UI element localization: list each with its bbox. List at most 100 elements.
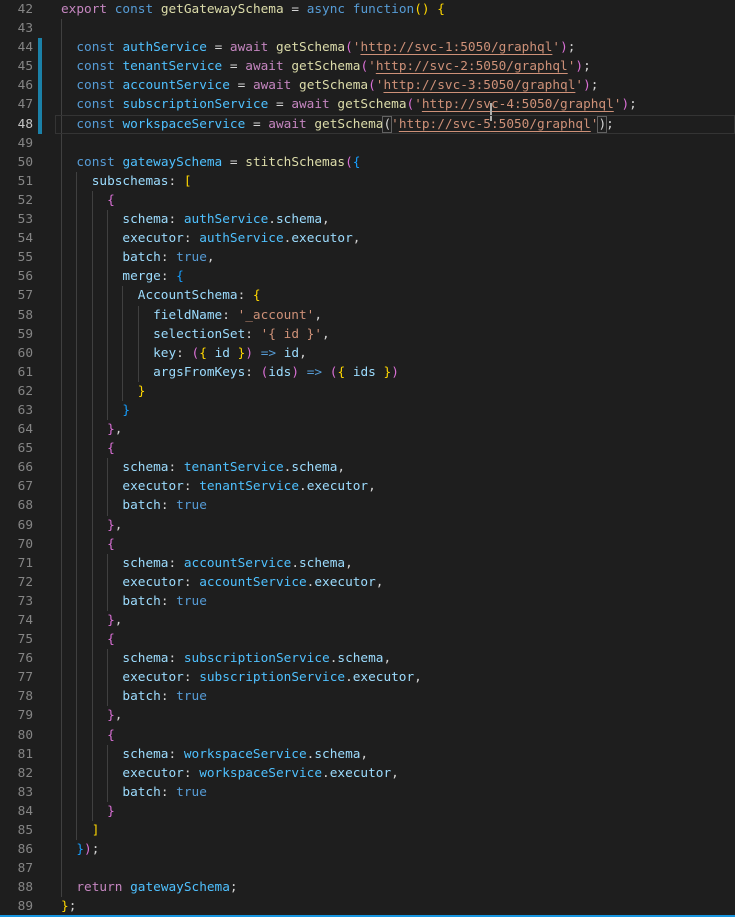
code-editor[interactable]: 42export const getGatewaySchema = async … (0, 0, 735, 917)
line-number[interactable]: 85 (0, 821, 33, 840)
line-number[interactable]: 47 (0, 95, 33, 114)
code-line-52[interactable]: 52 { (0, 191, 735, 210)
line-number[interactable]: 56 (0, 267, 33, 286)
code-line-48[interactable]: 48 const workspaceService = await getSch… (0, 115, 735, 134)
code-line-43[interactable]: 43 (0, 19, 735, 38)
code-line-45[interactable]: 45 const tenantService = await getSchema… (0, 57, 735, 76)
line-number[interactable]: 45 (0, 57, 33, 76)
code-line-61[interactable]: 61 argsFromKeys: (ids) => ({ ids }) (0, 363, 735, 382)
code-line-58[interactable]: 58 fieldName: '_account', (0, 306, 735, 325)
line-number[interactable]: 42 (0, 0, 33, 19)
code-line-82[interactable]: 82 executor: workspaceService.executor, (0, 764, 735, 783)
line-number[interactable]: 81 (0, 745, 33, 764)
code-line-64[interactable]: 64 }, (0, 420, 735, 439)
line-number[interactable]: 88 (0, 878, 33, 897)
code-line-57[interactable]: 57 AccountSchema: { (0, 286, 735, 305)
code-line-74[interactable]: 74 }, (0, 611, 735, 630)
code-line-60[interactable]: 60 key: ({ id }) => id, (0, 344, 735, 363)
line-number[interactable]: 65 (0, 439, 33, 458)
line-number[interactable]: 51 (0, 172, 33, 191)
code-line-62[interactable]: 62 } (0, 382, 735, 401)
code-line-42[interactable]: 42export const getGatewaySchema = async … (0, 0, 735, 19)
code-line-54[interactable]: 54 executor: authService.executor, (0, 229, 735, 248)
indent-guide (76, 783, 77, 802)
code-line-66[interactable]: 66 schema: tenantService.schema, (0, 458, 735, 477)
code-line-78[interactable]: 78 batch: true (0, 687, 735, 706)
code-line-53[interactable]: 53 schema: authService.schema, (0, 210, 735, 229)
line-number[interactable]: 79 (0, 706, 33, 725)
gutter: 82 (0, 764, 55, 783)
code-line-87[interactable]: 87 (0, 859, 735, 878)
code-text: return gatewaySchema; (55, 878, 735, 897)
code-line-69[interactable]: 69 }, (0, 516, 735, 535)
indent-guide (92, 554, 93, 573)
line-number[interactable]: 73 (0, 592, 33, 611)
line-number[interactable]: 70 (0, 535, 33, 554)
line-number[interactable]: 62 (0, 382, 33, 401)
code-token: executor (122, 766, 183, 781)
code-line-51[interactable]: 51 subschemas: [ (0, 172, 735, 191)
code-line-50[interactable]: 50 const gatewaySchema = stitchSchemas({ (0, 153, 735, 172)
code-line-63[interactable]: 63 } (0, 401, 735, 420)
line-number[interactable]: 87 (0, 859, 33, 878)
code-line-86[interactable]: 86 }); (0, 840, 735, 859)
line-number[interactable]: 53 (0, 210, 33, 229)
code-line-72[interactable]: 72 executor: accountService.executor, (0, 573, 735, 592)
line-number[interactable]: 59 (0, 325, 33, 344)
code-line-65[interactable]: 65 { (0, 439, 735, 458)
code-line-44[interactable]: 44 const authService = await getSchema('… (0, 38, 735, 57)
code-line-56[interactable]: 56 merge: { (0, 267, 735, 286)
line-number[interactable]: 63 (0, 401, 33, 420)
line-number[interactable]: 67 (0, 477, 33, 496)
line-number[interactable]: 64 (0, 420, 33, 439)
line-number[interactable]: 44 (0, 38, 33, 57)
line-number[interactable]: 50 (0, 153, 33, 172)
code-line-47[interactable]: 47 const subscriptionService = await get… (0, 95, 735, 114)
line-number[interactable]: 77 (0, 668, 33, 687)
line-number[interactable]: 49 (0, 134, 33, 153)
line-number[interactable]: 46 (0, 76, 33, 95)
line-number[interactable]: 75 (0, 630, 33, 649)
line-number[interactable]: 86 (0, 840, 33, 859)
line-number[interactable]: 82 (0, 764, 33, 783)
code-line-85[interactable]: 85 ] (0, 821, 735, 840)
code-line-67[interactable]: 67 executor: tenantService.executor, (0, 477, 735, 496)
code-line-70[interactable]: 70 { (0, 535, 735, 554)
line-number[interactable]: 54 (0, 229, 33, 248)
line-number[interactable]: 72 (0, 573, 33, 592)
code-line-83[interactable]: 83 batch: true (0, 783, 735, 802)
line-number[interactable]: 66 (0, 458, 33, 477)
code-line-79[interactable]: 79 }, (0, 706, 735, 725)
code-line-88[interactable]: 88 return gatewaySchema; (0, 878, 735, 897)
code-line-55[interactable]: 55 batch: true, (0, 248, 735, 267)
line-number[interactable]: 71 (0, 554, 33, 573)
code-line-59[interactable]: 59 selectionSet: '{ id }', (0, 325, 735, 344)
line-number[interactable]: 43 (0, 19, 33, 38)
line-number[interactable]: 52 (0, 191, 33, 210)
code-line-68[interactable]: 68 batch: true (0, 496, 735, 515)
line-number[interactable]: 55 (0, 248, 33, 267)
code-line-81[interactable]: 81 schema: workspaceService.schema, (0, 745, 735, 764)
line-number[interactable]: 61 (0, 363, 33, 382)
line-number[interactable]: 48 (0, 115, 33, 134)
line-number[interactable]: 76 (0, 649, 33, 668)
code-line-73[interactable]: 73 batch: true (0, 592, 735, 611)
line-number[interactable]: 58 (0, 306, 33, 325)
code-line-49[interactable]: 49 (0, 134, 735, 153)
code-line-76[interactable]: 76 schema: subscriptionService.schema, (0, 649, 735, 668)
code-line-71[interactable]: 71 schema: accountService.schema, (0, 554, 735, 573)
code-line-77[interactable]: 77 executor: subscriptionService.executo… (0, 668, 735, 687)
line-number[interactable]: 69 (0, 516, 33, 535)
line-number[interactable]: 57 (0, 286, 33, 305)
code-line-46[interactable]: 46 const accountService = await getSchem… (0, 76, 735, 95)
line-number[interactable]: 60 (0, 344, 33, 363)
code-line-80[interactable]: 80 { (0, 726, 735, 745)
line-number[interactable]: 80 (0, 726, 33, 745)
line-number[interactable]: 78 (0, 687, 33, 706)
line-number[interactable]: 74 (0, 611, 33, 630)
line-number[interactable]: 84 (0, 802, 33, 821)
code-line-84[interactable]: 84 } (0, 802, 735, 821)
code-line-75[interactable]: 75 { (0, 630, 735, 649)
line-number[interactable]: 68 (0, 496, 33, 515)
line-number[interactable]: 83 (0, 783, 33, 802)
